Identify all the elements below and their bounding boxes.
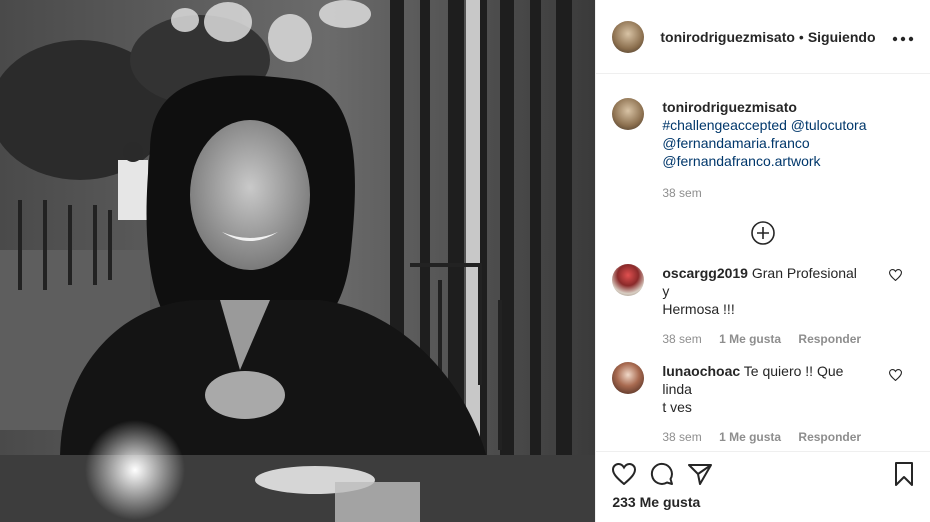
load-more-comments-button[interactable] xyxy=(596,220,930,246)
comment-text: oscargg2019 Gran Profesional y Hermosa !… xyxy=(662,264,862,318)
more-icon[interactable] xyxy=(892,26,914,47)
comment-avatar[interactable] xyxy=(612,362,645,394)
comment-meta: 38 sem 1 Me gusta Responder xyxy=(662,332,862,346)
heart-icon[interactable] xyxy=(612,463,637,485)
reply-button[interactable]: Responder xyxy=(798,332,861,346)
instagram-post: tonirodriguezmisato • Siguiendo tonirodr… xyxy=(0,0,930,522)
comment-text: lunaochoac Te quiero !! Que linda t ves xyxy=(662,362,862,416)
reply-button[interactable]: Responder xyxy=(798,430,861,444)
plus-circle-icon[interactable] xyxy=(750,220,776,246)
comment-username[interactable]: lunaochoac xyxy=(662,363,740,379)
comment-item: oscargg2019 Gran Profesional y Hermosa !… xyxy=(596,246,930,346)
heart-icon[interactable] xyxy=(888,268,903,286)
comment-username[interactable]: oscargg2019 xyxy=(662,265,748,281)
separator-dot: • xyxy=(798,28,804,45)
mention-link[interactable]: @fernandafranco.artwork xyxy=(662,153,820,169)
caption-username[interactable]: tonirodriguezmisato xyxy=(662,99,797,115)
comment-likes[interactable]: 1 Me gusta xyxy=(719,430,781,444)
header-username[interactable]: tonirodriguezmisato xyxy=(660,29,795,45)
comment-body: Hermosa !!! xyxy=(662,301,735,317)
caption: tonirodriguezmisato #challengeaccepted @… xyxy=(596,74,930,200)
share-icon[interactable] xyxy=(688,463,713,485)
comment-item: lunaochoac Te quiero !! Que linda t ves … xyxy=(596,346,930,444)
comment-avatar[interactable] xyxy=(612,264,645,296)
comment-time: 38 sem xyxy=(662,332,702,346)
comment-body: t ves xyxy=(662,399,692,415)
caption-time: 38 sem xyxy=(662,186,702,200)
comment-likes[interactable]: 1 Me gusta xyxy=(719,332,781,346)
action-icons xyxy=(596,452,930,486)
post-header: tonirodriguezmisato • Siguiendo xyxy=(596,0,930,74)
post-photo[interactable] xyxy=(0,0,596,522)
hashtag-link[interactable]: #challengeaccepted xyxy=(662,117,787,133)
caption-text: tonirodriguezmisato #challengeaccepted @… xyxy=(662,98,866,170)
comments-area: tonirodriguezmisato #challengeaccepted @… xyxy=(596,74,930,452)
mention-link[interactable]: @tulocutora xyxy=(791,117,867,133)
caption-avatar[interactable] xyxy=(612,98,645,130)
following-button[interactable]: Siguiendo xyxy=(808,29,876,45)
heart-icon[interactable] xyxy=(888,368,903,386)
avatar[interactable] xyxy=(612,20,645,53)
comment-time: 38 sem xyxy=(662,430,702,444)
bookmark-icon[interactable] xyxy=(894,462,914,486)
comment-meta: 38 sem 1 Me gusta Responder xyxy=(662,430,862,444)
photo-illustration xyxy=(0,0,596,522)
likes-count[interactable]: 233 Me gusta xyxy=(596,486,930,510)
post-actions: 233 Me gusta xyxy=(596,451,930,522)
mention-link[interactable]: @fernandamaria.franco xyxy=(662,135,809,151)
comment-icon[interactable] xyxy=(650,462,674,486)
post-side-panel: tonirodriguezmisato • Siguiendo tonirodr… xyxy=(595,0,930,522)
